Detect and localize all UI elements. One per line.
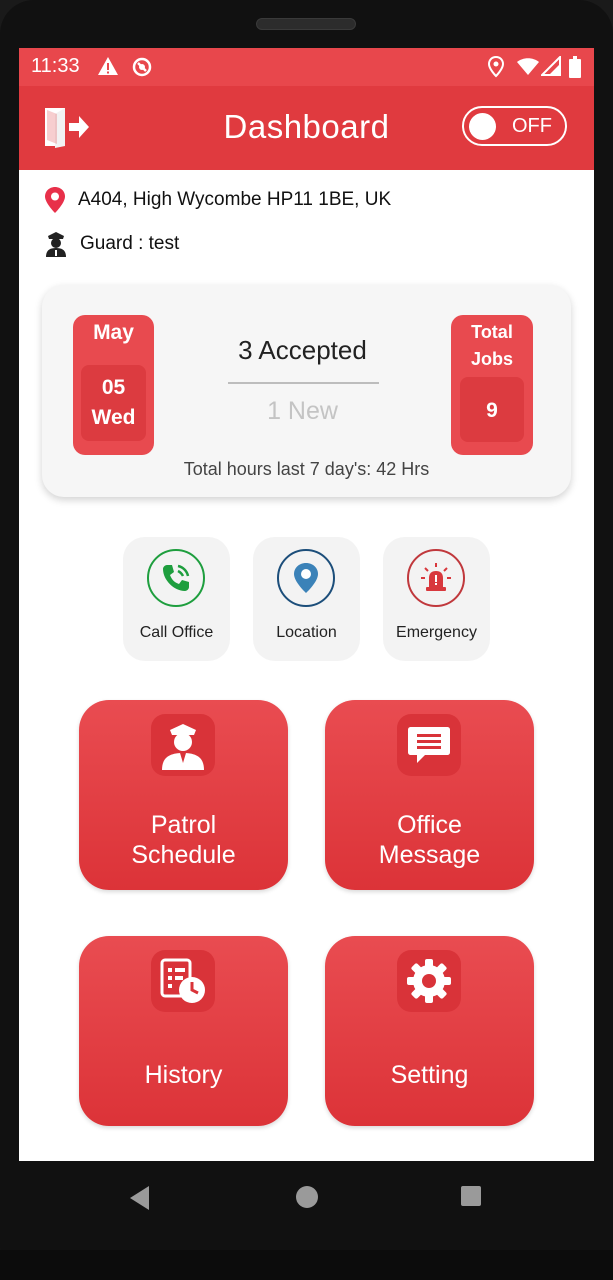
warning-icon xyxy=(98,57,118,75)
sync-icon xyxy=(132,57,152,77)
back-icon[interactable] xyxy=(129,1185,151,1211)
guard-icon-badge xyxy=(151,714,215,776)
location-button[interactable]: Location xyxy=(253,537,360,661)
history-label: History xyxy=(144,1061,223,1089)
battery-icon xyxy=(569,56,581,78)
toggle-knob[interactable] xyxy=(469,113,496,140)
gear-icon xyxy=(407,959,451,1003)
location-label: Location xyxy=(276,624,337,641)
patrol-schedule-line2: Schedule xyxy=(131,841,236,869)
toggle-label: OFF xyxy=(512,115,552,137)
guard-icon xyxy=(162,724,204,770)
app-header: Dashboard OFF xyxy=(19,86,594,170)
total-jobs-label-line1: Total xyxy=(471,322,513,342)
total-jobs-label: Total Jobs xyxy=(451,319,533,373)
new-jobs[interactable]: 1 New xyxy=(224,397,381,426)
phone-frame: 11:33 Dashboard OFF A404, High Wycombe H… xyxy=(0,0,613,1280)
wifi-icon xyxy=(517,58,539,75)
address-text: A404, High Wycombe HP11 1BE, UK xyxy=(78,189,392,210)
date-inner: 05 Wed xyxy=(81,365,146,441)
guard-text: Guard : test xyxy=(80,233,180,254)
patrol-schedule-tile[interactable]: Patrol Schedule xyxy=(79,700,288,890)
setting-tile[interactable]: Setting xyxy=(325,936,534,1126)
recents-icon[interactable] xyxy=(460,1185,482,1207)
total-jobs-value: 9 xyxy=(486,399,498,422)
siren-icon xyxy=(421,563,451,591)
duty-toggle[interactable]: OFF xyxy=(462,106,567,146)
guard-row: Guard : test xyxy=(44,229,179,259)
location-icon xyxy=(488,56,504,78)
bottom-bezel xyxy=(0,1250,613,1280)
signal-icon xyxy=(541,56,561,76)
call-office-label: Call Office xyxy=(139,624,214,641)
siren-icon-circle xyxy=(407,549,465,607)
date-box: May 05 Wed xyxy=(73,315,154,455)
hours-summary: Total hours last 7 day's: 42 Hrs xyxy=(183,459,430,479)
total-jobs-box: Total Jobs 9 xyxy=(451,315,533,455)
history-icon-badge xyxy=(151,950,215,1012)
app-screen: 11:33 Dashboard OFF A404, High Wycombe H… xyxy=(19,48,594,1161)
jobs-divider xyxy=(228,382,379,384)
office-message-tile[interactable]: Office Message xyxy=(325,700,534,890)
emergency-button[interactable]: Emergency xyxy=(383,537,490,661)
home-icon[interactable] xyxy=(295,1185,319,1209)
message-icon-badge xyxy=(397,714,461,776)
date-month: May xyxy=(93,321,134,344)
summary-card: May 05 Wed 3 Accepted 1 New Total Jobs 9… xyxy=(42,285,571,497)
status-time: 11:33 xyxy=(31,55,80,77)
call-office-button[interactable]: Call Office xyxy=(123,537,230,661)
office-message-line2: Message xyxy=(378,841,481,869)
date-day-number: 05 xyxy=(101,376,126,399)
date-weekday: Wed xyxy=(91,406,136,429)
android-nav-bar xyxy=(0,1161,613,1235)
message-icon xyxy=(408,727,450,763)
status-bar: 11:33 xyxy=(19,48,594,86)
phone-icon-circle xyxy=(147,549,205,607)
location-icon-circle xyxy=(277,549,335,607)
speaker-grille xyxy=(256,18,356,30)
total-jobs-label-line2: Jobs xyxy=(470,349,513,369)
map-pin-icon xyxy=(45,187,65,213)
office-message-label: Office Message xyxy=(325,810,534,870)
patrol-schedule-line1: Patrol xyxy=(150,811,217,839)
history-icon xyxy=(160,958,205,1003)
phone-icon xyxy=(163,564,190,591)
accepted-jobs[interactable]: 3 Accepted xyxy=(224,335,381,366)
history-tile[interactable]: History xyxy=(79,936,288,1126)
emergency-label: Emergency xyxy=(396,624,477,641)
setting-label: Setting xyxy=(390,1061,469,1089)
address-row: A404, High Wycombe HP11 1BE, UK xyxy=(44,185,391,215)
map-pin-icon xyxy=(294,563,318,593)
guard-icon xyxy=(46,232,66,257)
total-jobs-inner: 9 xyxy=(460,377,524,442)
patrol-schedule-label: Patrol Schedule xyxy=(79,810,288,870)
gear-icon-badge xyxy=(397,950,461,1012)
office-message-line1: Office xyxy=(397,811,462,839)
